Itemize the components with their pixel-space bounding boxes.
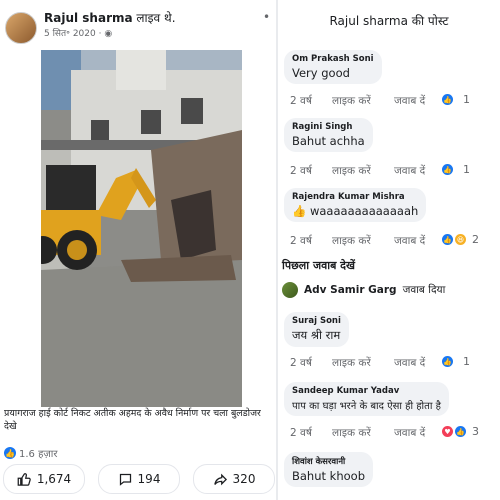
- comment-text: जय श्री राम: [292, 328, 341, 342]
- comment-text: पाप का घड़ा भरने के बाद ऐसा ही होता है: [292, 401, 441, 412]
- comment-text: Very good: [292, 66, 350, 80]
- comment-time: 2 वर्ष: [290, 427, 312, 439]
- comment-bubble[interactable]: Rajendra Kumar Mishra 👍 waaaaaaaaaaaaah: [284, 188, 427, 222]
- commenter-name[interactable]: Ragini Singh: [292, 122, 365, 132]
- comment-reactions[interactable]: 👍 1: [442, 355, 470, 368]
- comment-reply-link[interactable]: जवाब दें: [394, 164, 425, 178]
- video-frame: [41, 50, 242, 407]
- shares-count: 320: [232, 472, 256, 486]
- reply-action: जवाब दिया: [402, 284, 446, 296]
- comment-reactions[interactable]: 👍 😆 2: [442, 233, 479, 246]
- comment-time: 2 वर्ष: [290, 165, 312, 177]
- comment-button[interactable]: 194: [98, 464, 180, 494]
- commenter-name[interactable]: Om Prakash Soni: [292, 54, 374, 64]
- comment-reply-link[interactable]: जवाब दें: [394, 234, 425, 248]
- comment-like-link[interactable]: लाइक करें: [332, 426, 371, 440]
- love-reaction-icon: ♥: [442, 426, 453, 437]
- comment-bubble[interactable]: Suraj Soni जय श्री राम: [284, 312, 349, 347]
- views-label: 1.6 हज़ार: [19, 449, 58, 460]
- share-button[interactable]: 320: [193, 464, 275, 494]
- post-caption: प्रयागराज हाई कोर्ट निकट अतीक अहमद के अव…: [4, 408, 261, 432]
- thumbs-up-icon: [17, 472, 31, 486]
- comment-bubble[interactable]: Om Prakash Soni Very good: [284, 50, 382, 84]
- post-date[interactable]: 5 सित॰ 2020: [44, 29, 96, 39]
- comment-reactions[interactable]: 👍 1: [442, 93, 470, 106]
- comment-like-link[interactable]: लाइक करें: [332, 164, 371, 178]
- reaction-count: 1: [463, 93, 470, 106]
- comment-reply-link[interactable]: जवाब दें: [394, 426, 425, 440]
- comments-panel: Rajul sharma की पोस्ट Om Prakash Soni Ve…: [278, 0, 500, 500]
- previous-replies-link[interactable]: पिछला जवाब देखें: [282, 258, 355, 273]
- like-reaction-icon: 👍: [442, 234, 453, 245]
- comment-like-link[interactable]: लाइक करें: [332, 234, 371, 248]
- comment-icon: [119, 473, 131, 486]
- like-reaction-icon: 👍: [455, 426, 466, 437]
- comment-like-link[interactable]: लाइक करें: [332, 94, 371, 108]
- reaction-count: 3: [472, 425, 479, 438]
- reply-summary[interactable]: Adv Samir Garg जवाब दिया: [282, 282, 445, 298]
- globe-icon: ◉: [104, 29, 113, 39]
- post-actions: 1,674 194 320: [3, 464, 275, 494]
- video-player[interactable]: [41, 50, 242, 407]
- comment-text: Bahut khoob: [292, 469, 365, 483]
- author-avatar[interactable]: [5, 12, 37, 44]
- commenter-name[interactable]: Suraj Soni: [292, 316, 341, 326]
- commenter-name[interactable]: Rajendra Kumar Mishra: [292, 192, 418, 202]
- author-name[interactable]: Rajul sharma: [44, 11, 133, 25]
- like-reaction-icon: 👍: [442, 356, 453, 367]
- comment-reply-link[interactable]: जवाब दें: [394, 356, 425, 370]
- commenter-name[interactable]: शिवांश केसरवानी: [292, 456, 365, 467]
- like-icon: 👍: [4, 447, 16, 459]
- comment-reactions[interactable]: ♥ 👍 3: [442, 425, 479, 438]
- commenter-name[interactable]: Sandeep Kumar Yadav: [292, 386, 441, 396]
- comments-count: 194: [137, 472, 161, 486]
- comment-text: Bahut achha: [292, 134, 365, 148]
- comment-bubble[interactable]: शिवांश केसरवानी Bahut khoob: [284, 452, 373, 487]
- post-header: Rajul sharma लाइव थे.: [44, 9, 176, 26]
- post-status: लाइव थे.: [136, 11, 176, 25]
- comment-reply-link[interactable]: जवाब दें: [394, 94, 425, 108]
- share-icon: [213, 473, 227, 485]
- reaction-count: 1: [463, 163, 470, 176]
- likes-count: 1,674: [36, 472, 72, 486]
- reaction-count: 2: [472, 233, 479, 246]
- comment-bubble[interactable]: Sandeep Kumar Yadav पाप का घड़ा भरने के …: [284, 382, 449, 416]
- post-panel: Rajul sharma लाइव थे. 5 सित॰ 2020 · ◉ •: [0, 0, 276, 500]
- post-meta: 5 सित॰ 2020 · ◉: [44, 26, 112, 39]
- meta-separator: ·: [98, 29, 102, 39]
- haha-reaction-icon: 😆: [455, 234, 466, 245]
- post-menu-icon[interactable]: •: [263, 10, 270, 24]
- comment-text: 👍 waaaaaaaaaaaaah: [292, 204, 419, 218]
- like-reaction-icon: 👍: [442, 164, 453, 175]
- reaction-count: 1: [463, 355, 470, 368]
- avatar: [282, 282, 298, 298]
- panel-title: Rajul sharma की पोस्ट: [329, 14, 449, 28]
- comment-bubble[interactable]: Ragini Singh Bahut achha: [284, 118, 373, 152]
- view-count[interactable]: 👍 1.6 हज़ार: [4, 446, 58, 460]
- like-reaction-icon: 👍: [442, 94, 453, 105]
- comment-like-link[interactable]: लाइक करें: [332, 356, 371, 370]
- like-button[interactable]: 1,674: [3, 464, 85, 494]
- comment-time: 2 वर्ष: [290, 95, 312, 107]
- comment-time: 2 वर्ष: [290, 235, 312, 247]
- comment-time: 2 वर्ष: [290, 357, 312, 369]
- reply-author[interactable]: Adv Samir Garg: [304, 284, 397, 296]
- comment-reactions[interactable]: 👍 1: [442, 163, 470, 176]
